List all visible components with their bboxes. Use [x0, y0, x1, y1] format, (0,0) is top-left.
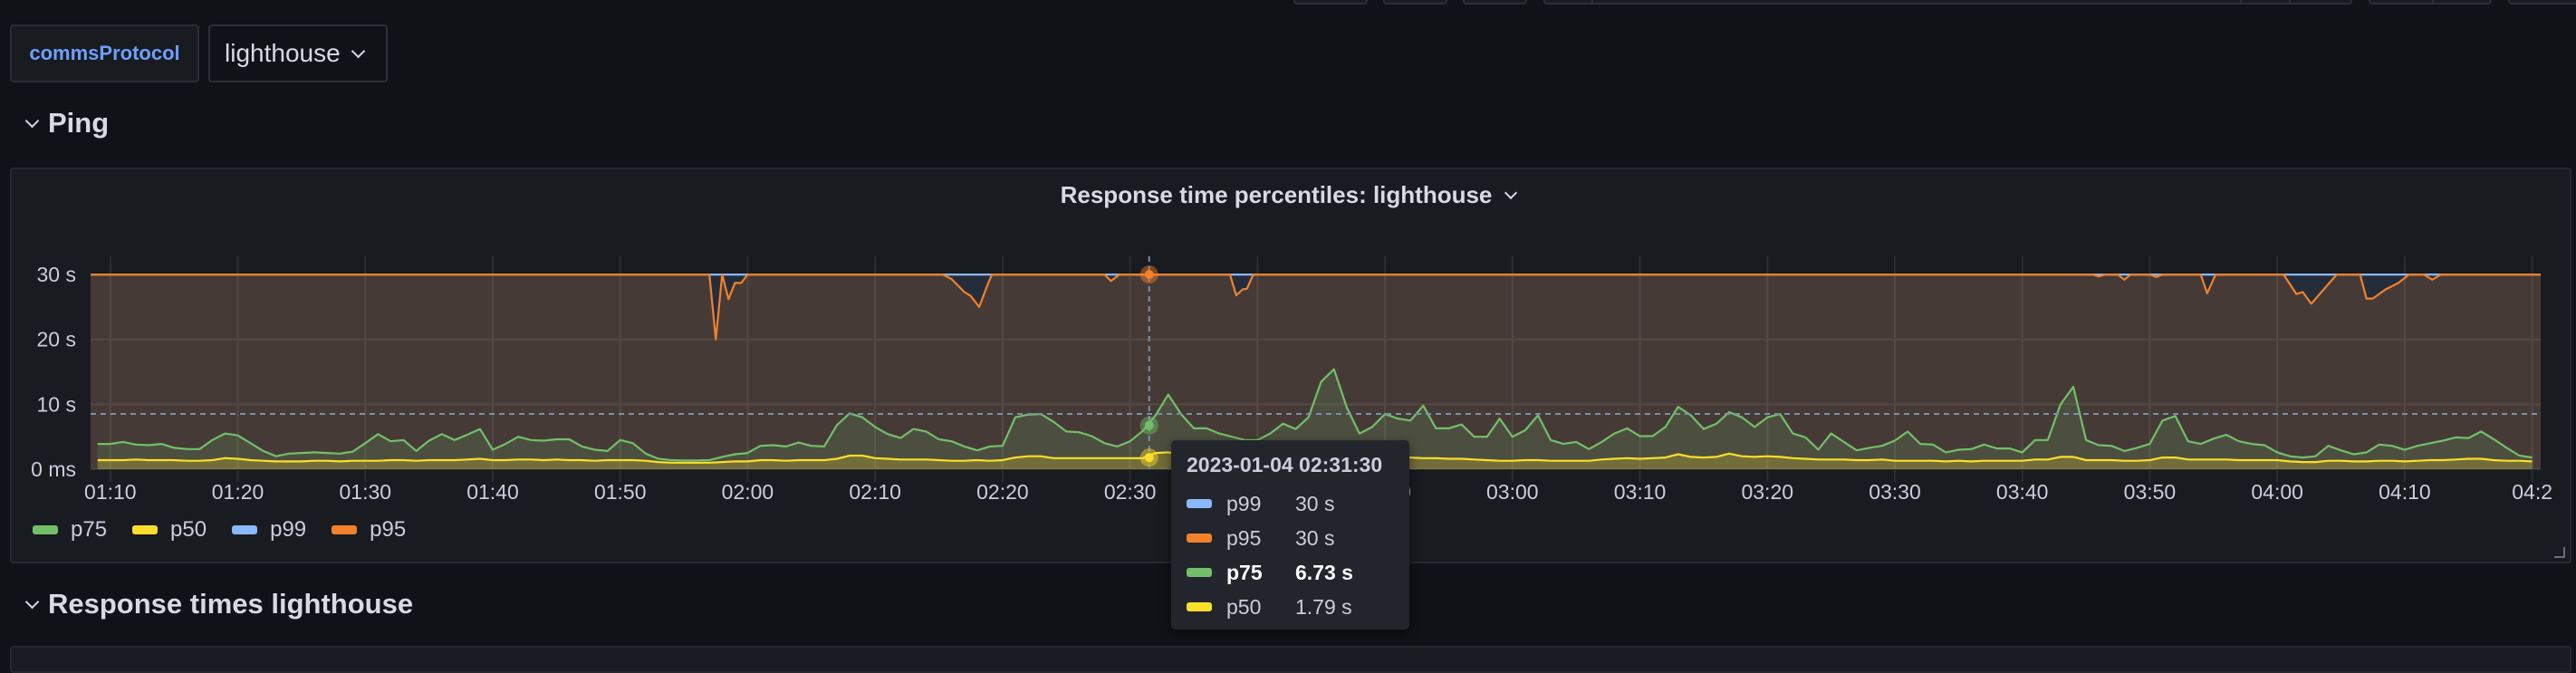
x-tick-label: 02:10 [849, 480, 901, 504]
tooltip-series-value: 30 s [1295, 491, 1335, 515]
chart-tooltip: 2023-01-04 02:31:30 p99 30 s p95 30 s p75 6.7… [1171, 440, 1409, 630]
tooltip-swatch [1187, 602, 1212, 611]
tooltip-series-value: 6.73 s [1295, 560, 1353, 584]
x-tick-label: 01:30 [339, 480, 391, 504]
tooltip-row-p50: p50 1.79 s [1187, 590, 1409, 624]
legend-item-p99[interactable]: p99 [232, 517, 306, 543]
x-tick-label: 02:00 [722, 480, 774, 504]
tooltip-series-name: p99 [1226, 491, 1262, 515]
tooltip-swatch [1187, 568, 1212, 577]
x-tick-label: 04:00 [2251, 480, 2303, 504]
y-tick-label: 20 s [37, 328, 76, 351]
x-tick-label: 01:40 [466, 480, 519, 504]
tooltip-row-p99: p99 30 s [1187, 486, 1409, 521]
hover-point-p95 [1144, 270, 1154, 280]
hover-point-p50 [1144, 453, 1154, 463]
x-tick-label: 03:00 [1486, 480, 1539, 504]
tooltip-row-p95: p95 30 s [1187, 521, 1409, 555]
legend-item-p75[interactable]: p75 [33, 517, 107, 543]
legend-label: p95 [370, 517, 407, 542]
next-panel [10, 646, 2571, 673]
x-tick-label: 02:20 [976, 480, 1029, 504]
tooltip-series-value: 1.79 s [1295, 594, 1352, 619]
tooltip-time: 2023-01-04 02:31:30 [1187, 453, 1383, 476]
x-tick-label: 01:50 [594, 480, 647, 504]
legend-swatch [132, 525, 159, 534]
legend-swatch [33, 525, 58, 534]
legend-item-p95[interactable]: p95 [332, 517, 406, 543]
legend-label: p50 [170, 517, 207, 542]
y-tick-label: 30 s [37, 263, 76, 286]
x-tick-label: 01:20 [212, 480, 264, 504]
x-tick-label: 02:30 [1104, 480, 1157, 504]
x-tick-label: 03:40 [1996, 480, 2049, 504]
x-tick-label: 03:30 [1869, 480, 1921, 504]
tooltip-series-name: p75 [1226, 560, 1263, 584]
tooltip-series-name: p50 [1226, 594, 1262, 619]
tooltip-series-value: 30 s [1295, 525, 1335, 550]
legend-label: p75 [71, 517, 108, 542]
x-tick-label: 01:10 [84, 480, 137, 504]
y-tick-label: 0 ms [31, 457, 76, 481]
tooltip-row-p75: p75 6.73 s [1187, 555, 1409, 590]
legend-swatch [232, 525, 258, 534]
x-tick-label: 03:20 [1741, 480, 1793, 504]
row-title: Response times lighthouse [48, 588, 414, 620]
legend-swatch [332, 525, 358, 534]
legend-label: p99 [270, 517, 307, 542]
row-header-response-times[interactable]: Response times lighthouse [24, 588, 414, 620]
tooltip-swatch [1187, 534, 1212, 543]
x-tick-label: 04:10 [2379, 480, 2431, 504]
y-tick-label: 10 s [37, 392, 76, 416]
x-tick-label: 04:2 [2512, 480, 2552, 504]
legend-item-p50[interactable]: p50 [132, 517, 207, 543]
tooltip-swatch [1187, 499, 1212, 508]
tooltip-series-name: p95 [1226, 525, 1262, 550]
chart-legend: p75 p50 p99 p95 [33, 517, 406, 543]
chevron-down-icon [24, 594, 40, 609]
x-tick-label: 03:10 [1614, 480, 1667, 504]
x-tick-label: 03:50 [2124, 480, 2177, 504]
hover-point-p75 [1144, 420, 1154, 430]
resize-handle-icon[interactable] [2554, 547, 2565, 558]
